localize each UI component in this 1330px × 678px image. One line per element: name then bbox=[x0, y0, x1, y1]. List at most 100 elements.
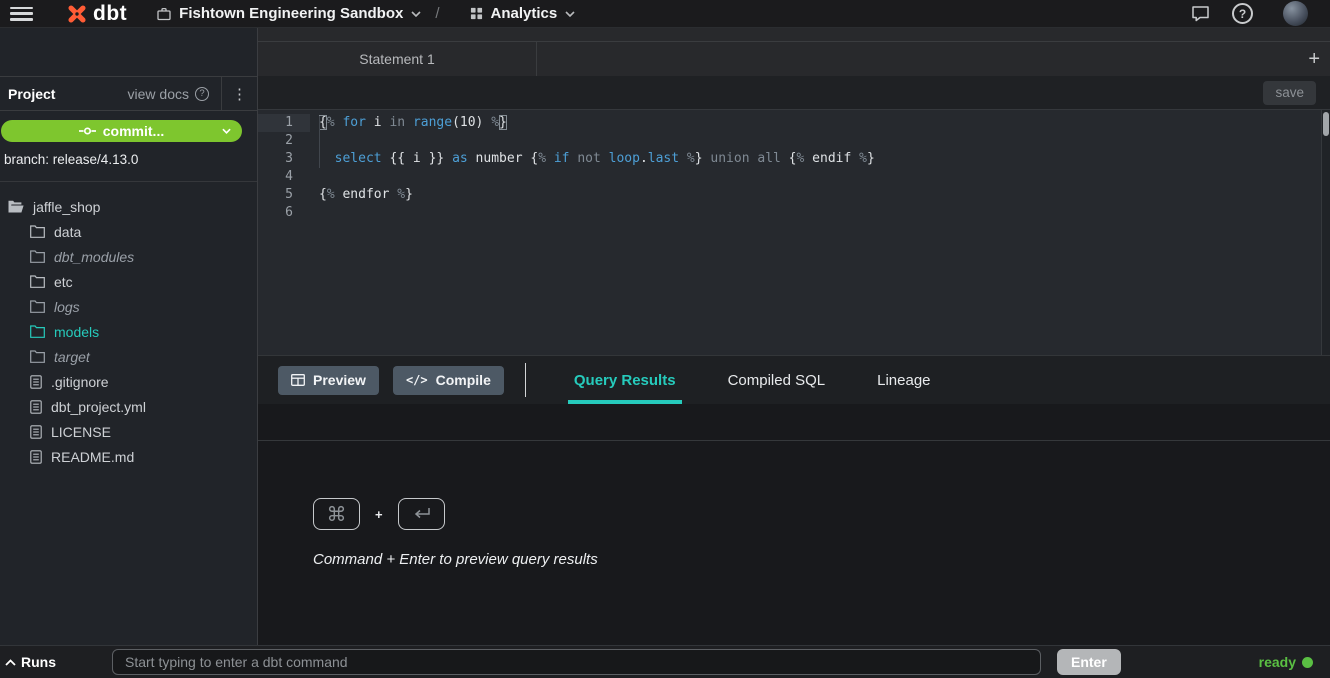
indent-guide bbox=[319, 116, 320, 168]
commit-button-label: commit... bbox=[103, 123, 164, 139]
content: Statement 1 + save 1{% for i in range(10… bbox=[258, 28, 1330, 645]
workspace-selector[interactable]: Analytics bbox=[470, 5, 576, 22]
command-bar: Runs Enter ready bbox=[0, 645, 1330, 678]
chevron-down-icon bbox=[222, 128, 231, 134]
new-tab-button[interactable]: + bbox=[1298, 48, 1330, 71]
branch-label: branch: release/4.13.0 bbox=[0, 142, 257, 182]
view-docs-link[interactable]: view docs ? bbox=[128, 86, 209, 102]
tab-compiled-sql[interactable]: Compiled SQL bbox=[722, 356, 832, 404]
tree-item-data[interactable]: data bbox=[0, 219, 257, 244]
preview-hint: ⌘ + Command + Enter to preview query res… bbox=[313, 498, 1330, 568]
chevron-down-icon bbox=[411, 11, 421, 17]
tree-item-label: dbt_modules bbox=[54, 249, 134, 265]
preview-button[interactable]: Preview bbox=[278, 366, 379, 395]
dbt-command-input[interactable] bbox=[112, 649, 1041, 675]
dbt-logo-text: dbt bbox=[93, 2, 127, 26]
tree-item-label: dbt_project.yml bbox=[51, 399, 146, 415]
folder-icon bbox=[30, 350, 45, 363]
avatar[interactable] bbox=[1283, 1, 1308, 26]
breadcrumb-separator: / bbox=[435, 5, 439, 22]
tree-item-dbt_modules[interactable]: dbt_modules bbox=[0, 244, 257, 269]
tree-item-.gitignore[interactable]: .gitignore bbox=[0, 369, 257, 394]
code-line-text: {% for i in range(10) %} bbox=[310, 114, 507, 132]
enter-button[interactable]: Enter bbox=[1057, 649, 1121, 675]
kebab-menu-icon[interactable]: ⋮ bbox=[222, 85, 257, 103]
plus-separator: + bbox=[375, 507, 383, 522]
tree-item-etc[interactable]: etc bbox=[0, 269, 257, 294]
tree-item-label: models bbox=[54, 324, 99, 340]
code-line[interactable]: 4 bbox=[258, 168, 1330, 186]
code-line-text bbox=[310, 132, 319, 150]
git-commit-icon bbox=[79, 126, 96, 136]
chevron-up-icon bbox=[5, 659, 16, 666]
tree-item-label: target bbox=[54, 349, 90, 365]
tree-item-target[interactable]: target bbox=[0, 344, 257, 369]
results-panel: ⌘ + Command + Enter to preview query res… bbox=[258, 404, 1330, 645]
file-icon bbox=[30, 425, 42, 439]
commit-button[interactable]: commit... bbox=[1, 120, 242, 142]
line-number: 6 bbox=[258, 204, 310, 222]
tree-item-models[interactable]: models bbox=[0, 319, 257, 344]
line-number: 1 bbox=[258, 114, 310, 132]
menu-icon[interactable] bbox=[10, 7, 33, 21]
editor-tab-statement-1[interactable]: Statement 1 bbox=[258, 42, 537, 76]
tree-item-label: .gitignore bbox=[51, 374, 109, 390]
code-line-text: select {{ i }} as number {% if not loop.… bbox=[310, 150, 875, 168]
code-line[interactable]: 2 bbox=[258, 132, 1330, 150]
code-line[interactable]: 5{% endfor %} bbox=[258, 186, 1330, 204]
tab-lineage[interactable]: Lineage bbox=[871, 356, 936, 404]
compile-button-label: Compile bbox=[436, 372, 491, 388]
tree-item-label: etc bbox=[54, 274, 73, 290]
sidebar-header: Project view docs ? ⋮ bbox=[0, 76, 257, 111]
tree-item-README.md[interactable]: README.md bbox=[0, 444, 257, 469]
project-selector[interactable]: Fishtown Engineering Sandbox bbox=[157, 5, 421, 22]
status-label: ready bbox=[1259, 654, 1296, 670]
tree-item-label: logs bbox=[54, 299, 80, 315]
results-toolbar: Preview </> Compile Query Results Compile… bbox=[258, 355, 1330, 404]
tree-item-LICENSE[interactable]: LICENSE bbox=[0, 419, 257, 444]
dbt-logo-icon bbox=[65, 2, 89, 26]
status-dot bbox=[1302, 657, 1313, 668]
code-line[interactable]: 6 bbox=[258, 204, 1330, 222]
chevron-down-icon bbox=[565, 11, 575, 17]
chat-icon[interactable] bbox=[1191, 5, 1210, 22]
file-icon bbox=[30, 400, 42, 414]
editor-tab-strip: Statement 1 + bbox=[258, 28, 1330, 76]
folder-icon bbox=[30, 225, 45, 238]
briefcase-icon bbox=[157, 7, 171, 21]
line-number: 3 bbox=[258, 150, 310, 168]
tab-query-results[interactable]: Query Results bbox=[568, 356, 682, 404]
editor-tab-row: Statement 1 + bbox=[258, 41, 1330, 76]
results-subheader bbox=[258, 404, 1330, 441]
file-tree: jaffle_shopdata dbt_modulesetc logs models t… bbox=[0, 182, 257, 645]
table-icon bbox=[291, 374, 305, 386]
sidebar: Project view docs ? ⋮ commit... bbox=[0, 28, 258, 645]
save-button[interactable]: save bbox=[1263, 81, 1316, 105]
file-icon bbox=[30, 375, 42, 389]
folder-icon bbox=[30, 250, 45, 263]
question-circle-icon: ? bbox=[195, 87, 209, 101]
line-number: 4 bbox=[258, 168, 310, 186]
project-selector-label: Fishtown Engineering Sandbox bbox=[179, 5, 403, 22]
top-bar: dbt Fishtown Engineering Sandbox / Analy… bbox=[0, 0, 1330, 28]
toolbar-divider bbox=[525, 363, 526, 397]
compile-button[interactable]: </> Compile bbox=[393, 366, 504, 395]
runs-toggle[interactable]: Runs bbox=[5, 654, 56, 670]
file-icon bbox=[30, 450, 42, 464]
code-line[interactable]: 1{% for i in range(10) %} bbox=[258, 114, 1330, 132]
code-line[interactable]: 3 select {{ i }} as number {% if not loo… bbox=[258, 150, 1330, 168]
main-row: Project view docs ? ⋮ commit... bbox=[0, 28, 1330, 645]
runs-label: Runs bbox=[21, 654, 56, 670]
tree-item-jaffle_shop[interactable]: jaffle_shop bbox=[0, 194, 257, 219]
code-editor[interactable]: 1{% for i in range(10) %}23 select {{ i … bbox=[258, 110, 1330, 355]
dbt-logo[interactable]: dbt bbox=[65, 2, 127, 26]
tree-item-dbt_project.yml[interactable]: dbt_project.yml bbox=[0, 394, 257, 419]
code-line-text bbox=[310, 204, 319, 222]
keyboard-hint-keys: ⌘ + bbox=[313, 498, 1330, 530]
command-key-icon: ⌘ bbox=[313, 498, 360, 530]
help-icon[interactable]: ? bbox=[1232, 3, 1253, 24]
tree-item-label: LICENSE bbox=[51, 424, 111, 440]
tree-item-label: data bbox=[54, 224, 81, 240]
tree-item-logs[interactable]: logs bbox=[0, 294, 257, 319]
editor-scrollbar-thumb[interactable] bbox=[1323, 112, 1329, 136]
